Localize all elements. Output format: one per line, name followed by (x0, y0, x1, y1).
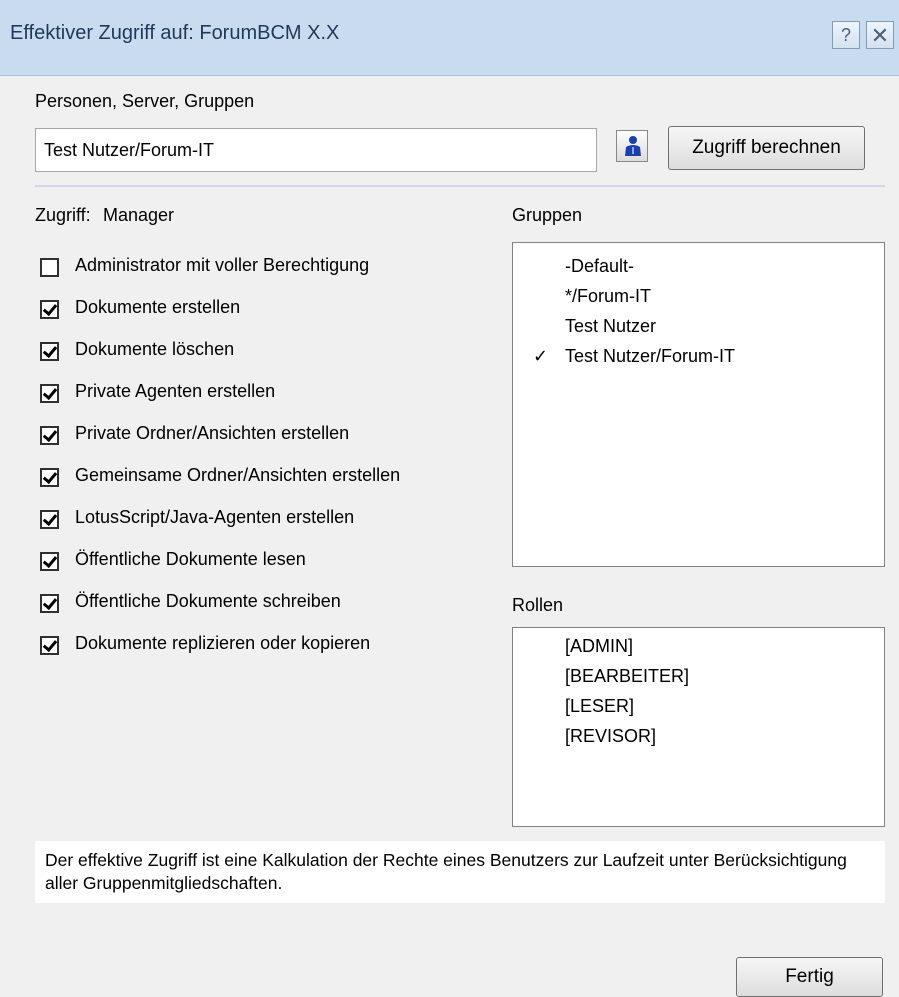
group-item-selected[interactable]: Test Nutzer/Forum-IT (565, 346, 735, 367)
role-item[interactable]: [BEARBEITER] (565, 666, 689, 687)
roles-listbox[interactable]: [ADMIN] [BEARBEITER] [LESER] [REVISOR] (512, 627, 885, 827)
permission-checkbox[interactable] (40, 258, 59, 277)
permission-checkbox[interactable] (40, 468, 59, 487)
info-text: Der effektive Zugriff ist eine Kalkulati… (35, 841, 885, 903)
permission-checkbox[interactable] (40, 384, 59, 403)
permission-label[interactable]: Öffentliche Dokumente lesen (75, 549, 306, 570)
close-button[interactable]: ✕ (866, 21, 894, 49)
permission-checkbox[interactable] (40, 636, 59, 655)
calculate-access-button[interactable]: Zugriff berechnen (668, 126, 865, 170)
done-button[interactable]: Fertig (736, 957, 883, 997)
permission-checkbox[interactable] (40, 552, 59, 571)
permission-label[interactable]: Dokumente replizieren oder kopieren (75, 633, 370, 654)
role-item[interactable]: [LESER] (565, 696, 634, 717)
person-picker-button[interactable] (616, 130, 648, 162)
access-level: Manager (103, 205, 175, 225)
permission-label[interactable]: Dokumente löschen (75, 339, 234, 360)
separator (35, 185, 885, 187)
help-button[interactable]: ? (832, 21, 860, 49)
role-item[interactable]: [REVISOR] (565, 726, 656, 747)
dialog-title: Effektiver Zugriff auf: ForumBCM X.X (10, 22, 340, 44)
permission-checkbox[interactable] (40, 300, 59, 319)
dialog-window: Effektiver Zugriff auf: ForumBCM X.X ? ✕… (0, 0, 899, 997)
group-item[interactable]: -Default- (565, 256, 634, 277)
permission-checkbox[interactable] (40, 510, 59, 529)
permission-label[interactable]: Private Agenten erstellen (75, 381, 275, 402)
permission-label[interactable]: Administrator mit voller Berechtigung (75, 255, 369, 276)
checkmark-icon: ✓ (533, 346, 549, 366)
search-label: Personen, Server, Gruppen (35, 91, 255, 111)
group-item[interactable]: */Forum-IT (565, 286, 651, 307)
title-bar: Effektiver Zugriff auf: ForumBCM X.X ? ✕ (0, 0, 899, 76)
groups-listbox[interactable]: ✓ -Default- */Forum-IT Test Nutzer Test … (512, 242, 885, 567)
permission-label[interactable]: Öffentliche Dokumente schreiben (75, 591, 341, 612)
roles-label: Rollen (512, 595, 564, 615)
permission-checkbox[interactable] (40, 594, 59, 613)
person-icon (625, 136, 641, 156)
name-input[interactable] (35, 128, 597, 172)
group-item[interactable]: Test Nutzer (565, 316, 656, 337)
permission-label[interactable]: Private Ordner/Ansichten erstellen (75, 423, 349, 444)
permission-label[interactable]: Gemeinsame Ordner/Ansichten erstellen (75, 465, 400, 486)
permission-checkbox[interactable] (40, 342, 59, 361)
access-label: Zugriff: (35, 205, 91, 225)
groups-label: Gruppen (512, 205, 583, 225)
permission-checkbox[interactable] (40, 426, 59, 445)
role-item[interactable]: [ADMIN] (565, 636, 633, 657)
permission-label[interactable]: LotusScript/Java-Agenten erstellen (75, 507, 354, 528)
permission-label[interactable]: Dokumente erstellen (75, 297, 240, 318)
